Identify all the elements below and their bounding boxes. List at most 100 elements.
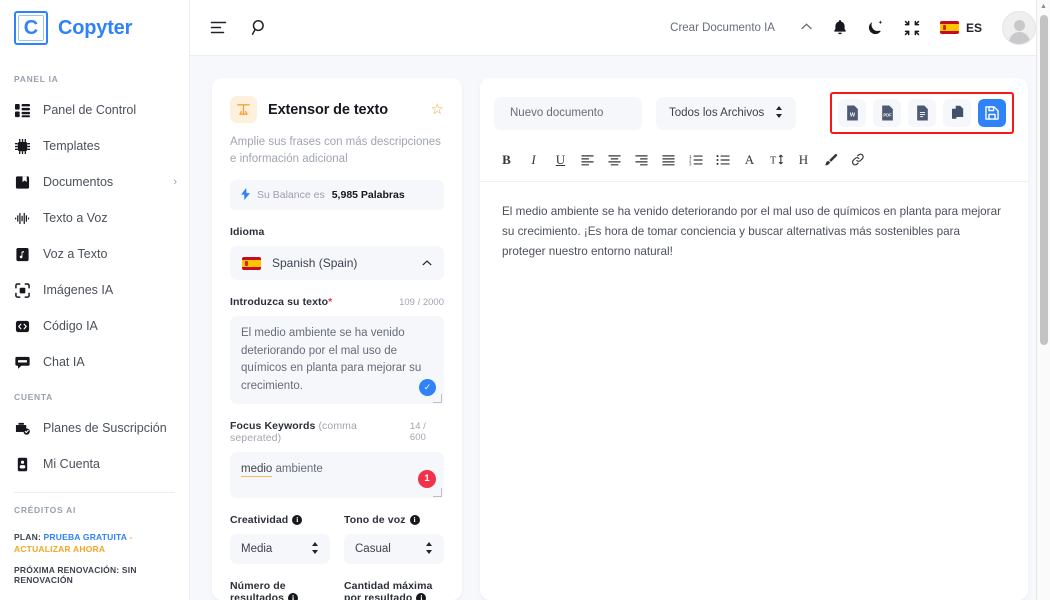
sidebar-item-imagenes-ia[interactable]: Imágenes IA [0, 272, 189, 308]
resize-handle[interactable] [433, 488, 442, 498]
info-icon[interactable]: i [416, 592, 427, 600]
documents-icon [14, 174, 31, 191]
tool-form-card: Extensor de texto ☆ Amplie sus frases co… [212, 78, 462, 600]
sidebar-item-label: Panel de Control [43, 103, 137, 117]
font-color-button[interactable]: A [737, 148, 762, 171]
document-name-input[interactable]: Nuevo documento [494, 96, 642, 130]
tone-value: Casual [355, 543, 391, 556]
ordered-list-button[interactable]: 123 [683, 148, 708, 171]
align-justify-button[interactable] [656, 148, 681, 171]
sidebar-item-codigo-ia[interactable]: Código IA [0, 308, 189, 344]
svg-text:3: 3 [689, 161, 692, 165]
tone-select[interactable]: Casual [344, 534, 444, 565]
sidebar-item-label: Documentos [43, 175, 114, 189]
stepper-icon [311, 542, 319, 556]
plan-upgrade-link[interactable]: ACTUALIZAR AHORA [14, 544, 105, 554]
file-filter-select[interactable]: Todos los Archivos [656, 96, 796, 130]
chevron-right-icon: › [173, 176, 177, 188]
menu-align-icon[interactable] [210, 20, 227, 35]
brush-button[interactable] [818, 148, 843, 171]
page-title: Extensor de texto [268, 101, 388, 118]
bold-button[interactable]: B [494, 148, 519, 171]
balance-value: 5,985 Palabras [331, 189, 405, 202]
renewal-line: PRÓXIMA RENOVACIÓN: SIN RENOVACIÓN [14, 564, 137, 585]
tone-label: Tono de voz i [344, 514, 444, 526]
info-icon[interactable]: i [288, 592, 299, 600]
font-size-button[interactable]: T [764, 148, 789, 171]
sidebar-item-label: Voz a Texto [43, 247, 108, 261]
plan-separator: - [129, 532, 133, 542]
content-area: Extensor de texto ☆ Amplie sus frases co… [190, 56, 1050, 600]
search-icon[interactable] [251, 19, 268, 36]
sidebar-item-documentos[interactable]: Documentos › [0, 164, 189, 200]
plan-line: PLAN: PRUEBA GRATUITA - ACTUALIZAR AHORA [14, 531, 175, 556]
language-selector[interactable]: ES [939, 20, 982, 35]
scroll-up-arrow-icon[interactable]: ▲ [1040, 0, 1047, 13]
export-word-button[interactable]: W [838, 99, 866, 127]
link-button[interactable] [845, 148, 870, 171]
keywords-label-text: Focus Keywords [230, 420, 316, 433]
info-icon[interactable]: i [409, 514, 420, 525]
page-scrollbar[interactable]: ▲ [1036, 0, 1050, 600]
brand-mark-letter: C [23, 17, 39, 39]
sidebar-item-texto-a-voz[interactable]: Texto a Voz [0, 200, 189, 236]
brand-logo[interactable]: C Copyter [0, 0, 189, 56]
subscription-icon [14, 420, 31, 437]
align-center-button[interactable] [602, 148, 627, 171]
text-field-header: Introduzca su texto* 109 / 2000 [230, 296, 444, 308]
sidebar-item-planes-de-suscripcion[interactable]: Planes de Suscripción [0, 410, 189, 446]
file-filter-value: Todos los Archivos [669, 107, 765, 119]
sidebar-item-mi-cuenta[interactable]: Mi Cuenta [0, 446, 189, 482]
bell-icon[interactable] [832, 19, 848, 36]
balance-prefix: Su Balance es [257, 189, 325, 202]
export-text-button[interactable] [908, 99, 936, 127]
bullet-list-button[interactable] [710, 148, 735, 171]
sidebar-item-voz-a-texto[interactable]: Voz a Texto [0, 236, 189, 272]
keywords-field-header: Focus Keywords (comma seperated) 14 / 60… [230, 420, 444, 444]
avatar-graphic [1003, 12, 1035, 44]
align-left-button[interactable] [575, 148, 600, 171]
info-icon[interactable]: i [292, 514, 303, 525]
editor-content-text: El medio ambiente se ha venido deteriora… [502, 205, 1001, 259]
create-document-dropdown[interactable]: Crear Documento IA [670, 22, 812, 34]
tool-description: Amplie sus frases con más descripciones … [230, 136, 441, 165]
avatar-head [1013, 19, 1025, 31]
create-document-label: Crear Documento IA [670, 21, 775, 34]
language-select[interactable]: Spanish (Spain) [230, 246, 444, 281]
account-card-icon [14, 456, 31, 473]
prompt-textarea[interactable]: El medio ambiente se ha venido deteriora… [230, 316, 444, 405]
chevron-up-icon [422, 258, 432, 269]
resize-handle[interactable] [433, 394, 442, 404]
sidebar-item-panel-de-control[interactable]: Panel de Control [0, 92, 189, 128]
sidebar-item-chat-ia[interactable]: Chat IA [0, 344, 189, 380]
avatar-body [1008, 31, 1030, 44]
brand-name: Copyter [58, 16, 133, 39]
save-document-button[interactable] [978, 99, 1006, 127]
keywords-textarea[interactable]: medio ambiente 1 [230, 452, 444, 499]
italic-button[interactable]: I [521, 148, 546, 171]
editor-card: Nuevo documento Todos los Archivos W PDF… [480, 78, 1028, 600]
heading-button[interactable]: H [791, 148, 816, 171]
compress-icon[interactable] [904, 20, 920, 36]
copy-button[interactable] [943, 99, 971, 127]
language-code: ES [965, 20, 982, 35]
formatting-toolbar: B I U 123 A T H [480, 144, 1028, 182]
editor-body[interactable]: El medio ambiente se ha venido deteriora… [480, 182, 1028, 600]
underline-button[interactable]: U [548, 148, 573, 171]
document-name-placeholder: Nuevo documento [510, 107, 604, 119]
avatar[interactable] [1002, 10, 1036, 45]
creativity-tone-row: Creatividad i Media Tono de voz i Casual [230, 498, 444, 565]
moon-star-icon[interactable] [868, 19, 884, 36]
chat-icon [14, 354, 31, 371]
creativity-select[interactable]: Media [230, 534, 330, 565]
app-root: C Copyter PANEL IA Panel de Control Temp… [0, 0, 1050, 600]
align-right-button[interactable] [629, 148, 654, 171]
sidebar-item-templates[interactable]: Templates [0, 128, 189, 164]
text-field-label-text: Introduzca su texto [230, 296, 329, 309]
audio-file-icon [14, 246, 31, 263]
chevron-up-icon [801, 22, 812, 33]
scrollbar-thumb[interactable] [1039, 15, 1048, 345]
export-pdf-button[interactable]: PDF [873, 99, 901, 127]
favorite-star-icon[interactable]: ☆ [431, 102, 444, 117]
chip-ai-icon [14, 138, 31, 155]
